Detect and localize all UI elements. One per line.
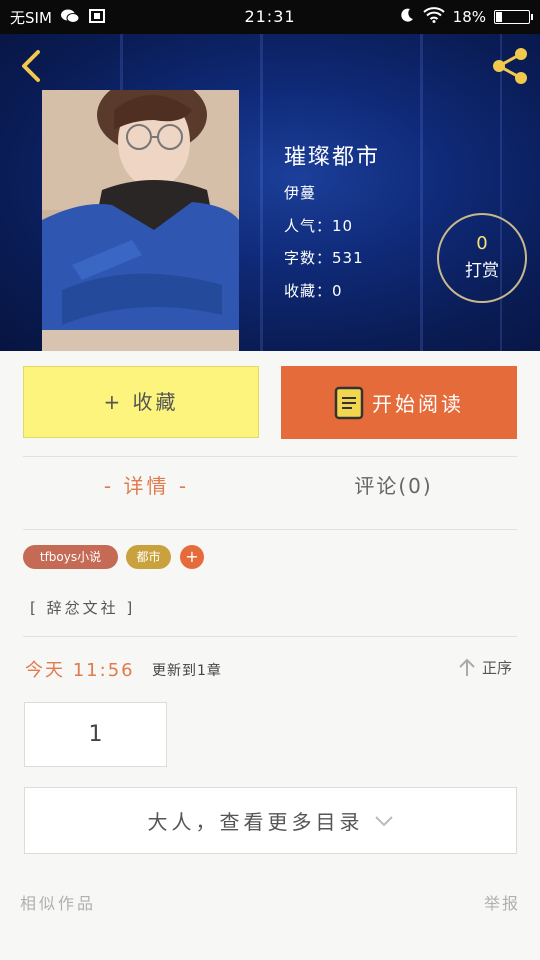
publisher-label: [ 辞忿文社 ] — [30, 599, 136, 617]
tip-label: 打赏 — [465, 261, 499, 281]
wifi-icon — [422, 7, 445, 27]
cover-portrait-image — [42, 90, 239, 351]
similar-works-label: 相似作品 — [20, 894, 97, 913]
book-header: 璀璨都市 伊蔓 人气：10 字数：531 收藏：0 0 打赏 — [0, 34, 540, 351]
arrow-up-icon — [459, 658, 475, 676]
more-catalog-label: 大人，查看更多目录 — [147, 810, 364, 834]
tab-comments[interactable]: 评论(0) — [270, 470, 517, 499]
divider — [23, 529, 517, 530]
tag-dushi[interactable]: 都市 — [126, 545, 171, 569]
back-button[interactable] — [16, 48, 46, 84]
status-bar: 无SIM 21:31 18% — [0, 0, 540, 34]
update-time: 今天 11:56 — [25, 660, 135, 681]
share-button[interactable] — [490, 46, 530, 86]
report-button[interactable]: 举报 — [484, 890, 520, 914]
more-catalog-button[interactable]: 大人，查看更多目录 — [24, 787, 517, 854]
book-popularity: 人气：10 — [284, 217, 354, 235]
battery-icon — [494, 10, 533, 24]
book-cover[interactable] — [42, 90, 239, 351]
battery-percent: 18% — [452, 8, 486, 26]
tip-count: 0 — [476, 233, 488, 254]
chapter-item[interactable]: 1 — [24, 702, 167, 767]
add-tag-button[interactable]: + — [180, 545, 204, 569]
chevron-left-icon — [22, 50, 40, 82]
tag-tfboys[interactable]: tfboys小说 — [23, 545, 118, 569]
start-reading-label: 开始阅读 — [372, 392, 464, 416]
divider — [23, 456, 517, 457]
book-title: 璀璨都市 — [284, 145, 381, 170]
book-word-count: 字数：531 — [284, 249, 364, 267]
sort-order-label: 正序 — [482, 659, 513, 677]
tab-detail[interactable]: - 详情 - — [23, 470, 270, 499]
book-author[interactable]: 伊蔓 — [284, 182, 316, 203]
status-right: 18% — [399, 7, 533, 27]
share-icon — [493, 48, 527, 84]
tip-button[interactable]: 0 打赏 — [437, 213, 527, 303]
update-status: 更新到1章 — [152, 663, 222, 679]
collect-button[interactable]: + 收藏 — [23, 366, 259, 438]
book-icon — [334, 386, 364, 419]
start-reading-button[interactable]: 开始阅读 — [281, 366, 517, 439]
chevron-down-icon — [374, 815, 393, 826]
book-favorites: 收藏：0 — [284, 282, 343, 300]
sort-order-button[interactable]: 正序 — [458, 657, 512, 678]
divider — [23, 636, 517, 637]
moon-icon — [399, 7, 415, 27]
